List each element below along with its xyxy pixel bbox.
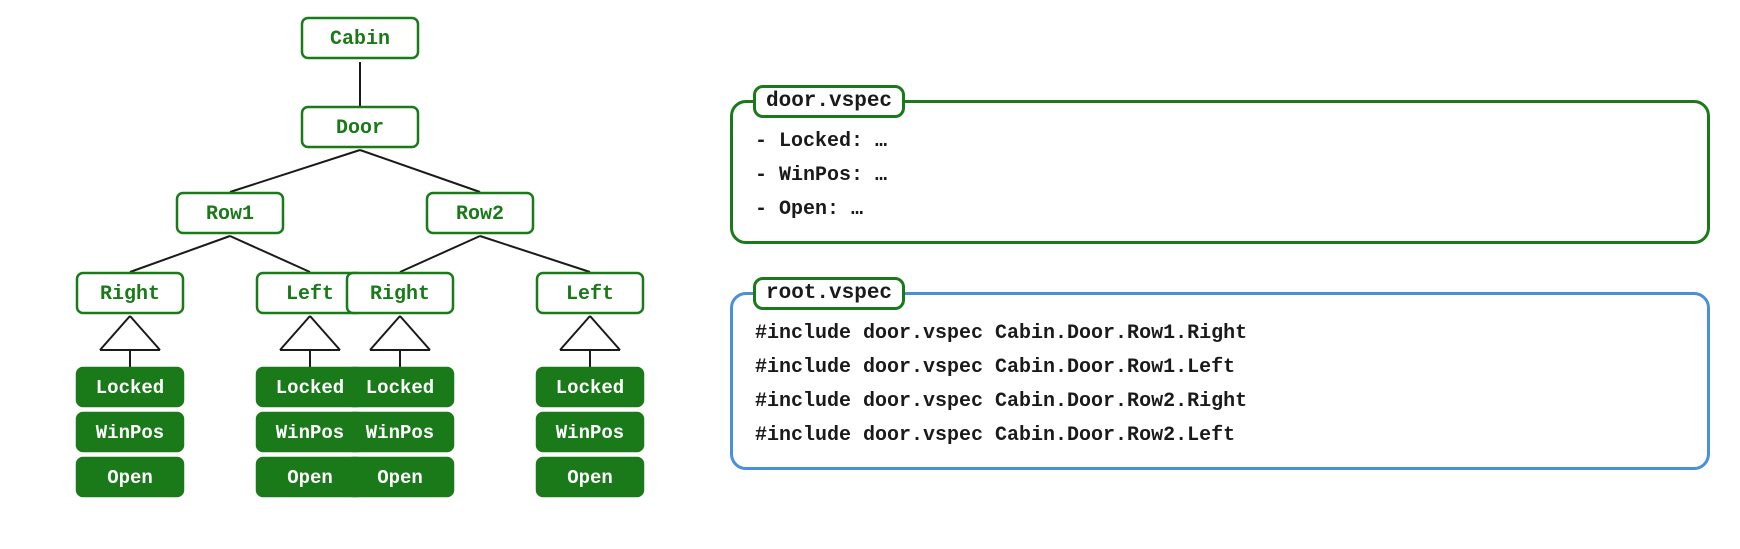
svg-text:Left: Left xyxy=(566,283,614,306)
node-r2-left: Left xyxy=(537,273,643,313)
node-r1r-locked: Locked xyxy=(77,368,183,406)
node-r2l-locked: Locked xyxy=(537,368,643,406)
svg-text:WinPos: WinPos xyxy=(556,422,624,444)
node-cabin: Cabin xyxy=(302,18,418,58)
door-vspec-title: door.vspec xyxy=(753,85,905,118)
root-line-3: #include door.vspec Cabin.Door.Row2.Righ… xyxy=(755,385,1685,419)
root-vspec-content: #include door.vspec Cabin.Door.Row1.Righ… xyxy=(755,317,1685,453)
door-vspec-content: - Locked: … - WinPos: … - Open: … xyxy=(755,125,1685,227)
node-r2r-winpos: WinPos xyxy=(347,413,453,451)
node-row1: Row1 xyxy=(177,193,283,233)
door-line-3: - Open: … xyxy=(755,193,1685,227)
svg-text:Locked: Locked xyxy=(556,377,624,399)
door-vspec-panel: door.vspec - Locked: … - WinPos: … - Ope… xyxy=(730,100,1710,244)
node-r2l-open: Open xyxy=(537,458,643,496)
node-row2: Row2 xyxy=(427,193,533,233)
root-vspec-panel: root.vspec #include door.vspec Cabin.Doo… xyxy=(730,292,1710,470)
svg-text:WinPos: WinPos xyxy=(96,422,164,444)
svg-text:Right: Right xyxy=(100,283,160,306)
node-door: Door xyxy=(302,107,418,147)
svg-text:WinPos: WinPos xyxy=(276,422,344,444)
door-line-2: - WinPos: … xyxy=(755,159,1685,193)
root-line-1: #include door.vspec Cabin.Door.Row1.Righ… xyxy=(755,317,1685,351)
root-line-2: #include door.vspec Cabin.Door.Row1.Left xyxy=(755,351,1685,385)
svg-text:Right: Right xyxy=(370,283,430,306)
node-r2l-winpos: WinPos xyxy=(537,413,643,451)
root-line-4: #include door.vspec Cabin.Door.Row2.Left xyxy=(755,419,1685,453)
node-r2-right: Right xyxy=(347,273,453,313)
svg-text:Locked: Locked xyxy=(96,377,164,399)
svg-text:Open: Open xyxy=(567,467,613,489)
node-r1-right: Right xyxy=(77,273,183,313)
svg-text:Row1: Row1 xyxy=(206,203,254,226)
node-r1r-winpos: WinPos xyxy=(77,413,183,451)
svg-text:Locked: Locked xyxy=(276,377,344,399)
panels-container: door.vspec - Locked: … - WinPos: … - Ope… xyxy=(730,10,1710,540)
door-line-1: - Locked: … xyxy=(755,125,1685,159)
svg-text:Left: Left xyxy=(286,283,334,306)
svg-text:Open: Open xyxy=(107,467,153,489)
svg-text:Locked: Locked xyxy=(366,377,434,399)
node-r1r-open: Open xyxy=(77,458,183,496)
svg-text:Open: Open xyxy=(377,467,423,489)
svg-text:Cabin: Cabin xyxy=(330,28,390,51)
main-container: Cabin Door Row1 Row2 Right xyxy=(0,0,1740,549)
tree-diagram: Cabin Door Row1 Row2 Right xyxy=(30,10,690,540)
svg-text:Door: Door xyxy=(336,117,384,140)
node-r2r-locked: Locked xyxy=(347,368,453,406)
node-r2r-open: Open xyxy=(347,458,453,496)
root-vspec-title: root.vspec xyxy=(753,277,905,310)
svg-text:Row2: Row2 xyxy=(456,203,504,226)
svg-text:Open: Open xyxy=(287,467,333,489)
svg-text:WinPos: WinPos xyxy=(366,422,434,444)
